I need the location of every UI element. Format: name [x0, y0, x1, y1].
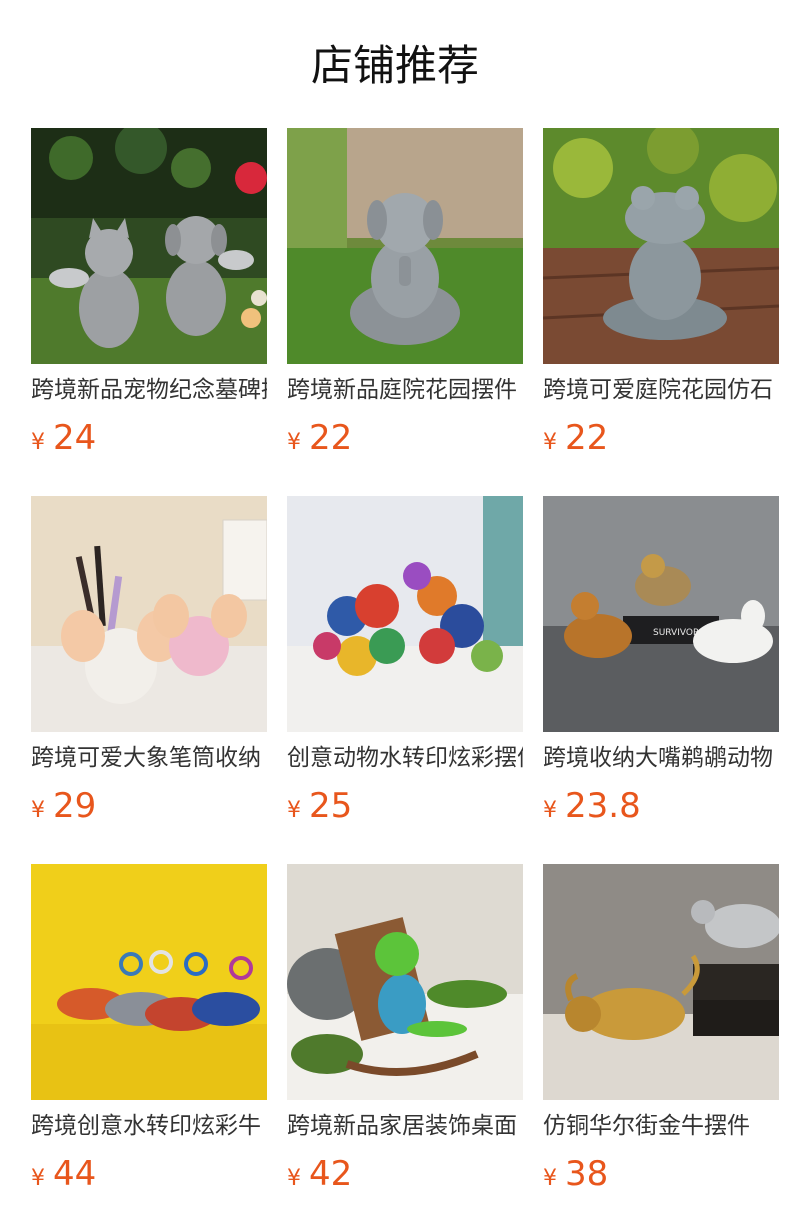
product-price: ¥42: [287, 1152, 352, 1196]
svg-text:SURVIVOR: SURVIVOR: [653, 628, 699, 638]
product-card[interactable]: 跨境创意水转印炫彩牛 ¥44: [31, 864, 267, 1194]
product-name[interactable]: 跨境收纳大嘴鹈鹕动物: [543, 740, 779, 776]
product-price: ¥24: [31, 416, 96, 460]
product-card[interactable]: 跨境新品庭院花园摆件 ¥22: [287, 128, 523, 458]
product-grid: 跨境新品宠物纪念墓碑摆件 ¥24 跨境新品庭院花园摆件 ¥22: [0, 0, 790, 1232]
price-amount: 24: [53, 418, 97, 458]
product-name[interactable]: 跨境可爱庭院花园仿石: [543, 372, 779, 408]
price-amount: 22: [309, 418, 353, 458]
product-price: ¥44: [31, 1152, 96, 1196]
price-amount: 23.8: [565, 786, 641, 826]
meditating-dog-statue-image[interactable]: [287, 128, 523, 364]
pelican-storage-image[interactable]: SURVIVOR: [543, 496, 779, 732]
product-card[interactable]: SURVIVOR 跨境收纳大嘴鹈鹕动物 ¥23.8: [543, 496, 779, 826]
product-name[interactable]: 跨境可爱大象笔筒收纳: [31, 740, 267, 776]
graffiti-bull-figurines-image[interactable]: [31, 864, 267, 1100]
currency-symbol: ¥: [543, 430, 557, 455]
price-amount: 38: [565, 1154, 609, 1194]
product-price: ¥23.8: [543, 784, 641, 828]
product-card[interactable]: 跨境可爱大象笔筒收纳 ¥29: [31, 496, 267, 826]
golden-bull-statue-image[interactable]: [543, 864, 779, 1100]
product-name[interactable]: 跨境新品庭院花园摆件: [287, 372, 523, 408]
product-price: ¥25: [287, 784, 352, 828]
frog-rocking-chair-image[interactable]: [287, 864, 523, 1100]
currency-symbol: ¥: [287, 798, 301, 823]
pet-memorial-statues-image[interactable]: [31, 128, 267, 364]
product-card[interactable]: 跨境新品宠物纪念墓碑摆件 ¥24: [31, 128, 267, 458]
currency-symbol: ¥: [287, 430, 301, 455]
product-card[interactable]: 跨境可爱庭院花园仿石 ¥22: [543, 128, 779, 458]
product-card[interactable]: 仿铜华尔街金牛摆件 ¥38: [543, 864, 779, 1194]
product-card[interactable]: 跨境新品家居装饰桌面 ¥42: [287, 864, 523, 1194]
currency-symbol: ¥: [543, 798, 557, 823]
product-price: ¥22: [543, 416, 608, 460]
currency-symbol: ¥: [287, 1166, 301, 1191]
price-amount: 44: [53, 1154, 97, 1194]
product-name[interactable]: 跨境新品家居装饰桌面: [287, 1108, 523, 1144]
meditating-frog-statue-image[interactable]: [543, 128, 779, 364]
product-price: ¥29: [31, 784, 96, 828]
product-price: ¥38: [543, 1152, 608, 1196]
product-name[interactable]: 跨境创意水转印炫彩牛: [31, 1108, 267, 1144]
currency-symbol: ¥: [31, 1166, 45, 1191]
product-name[interactable]: 跨境新品宠物纪念墓碑摆件: [31, 372, 267, 408]
product-name[interactable]: 仿铜华尔街金牛摆件: [543, 1108, 779, 1144]
price-amount: 22: [565, 418, 609, 458]
product-price: ¥22: [287, 416, 352, 460]
price-amount: 25: [309, 786, 353, 826]
balloon-dog-figurines-image[interactable]: [287, 496, 523, 732]
elephant-pen-holder-image[interactable]: [31, 496, 267, 732]
currency-symbol: ¥: [31, 430, 45, 455]
price-amount: 42: [309, 1154, 353, 1194]
product-name[interactable]: 创意动物水转印炫彩摆件: [287, 740, 523, 776]
product-card[interactable]: 创意动物水转印炫彩摆件 ¥25: [287, 496, 523, 826]
currency-symbol: ¥: [31, 798, 45, 823]
currency-symbol: ¥: [543, 1166, 557, 1191]
price-amount: 29: [53, 786, 97, 826]
